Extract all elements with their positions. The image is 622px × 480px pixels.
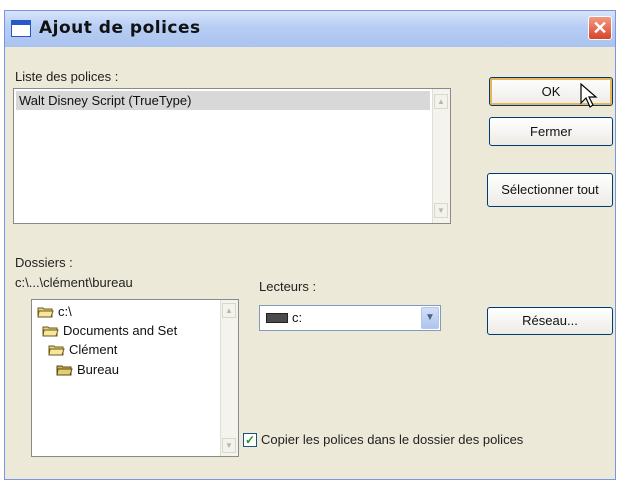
close-window-button[interactable]: ✕: [588, 16, 612, 40]
fonts-listbox[interactable]: Walt Disney Script (TrueType) ▲ ▼: [13, 88, 451, 224]
mouse-pointer-icon: [580, 83, 598, 108]
scroll-up-arrow-icon[interactable]: ▲: [434, 94, 448, 109]
selected-drive: c:: [292, 310, 303, 325]
copy-fonts-checkbox[interactable]: ✓: [243, 433, 257, 447]
select-all-button[interactable]: Sélectionner tout: [487, 173, 613, 207]
open-folder-icon: [37, 306, 54, 318]
title-bar[interactable]: Ajout de polices ✕: [5, 11, 615, 47]
add-fonts-dialog: Ajout de polices ✕ Liste des polices : W…: [4, 10, 616, 480]
folders-treeview[interactable]: c:\ Documents and Set Clément Bureau ▲ ▼: [31, 299, 239, 457]
tree-item-label: Clément: [69, 342, 118, 357]
close-button[interactable]: Fermer: [489, 117, 613, 146]
tree-item-documents[interactable]: Documents and Set: [42, 323, 177, 338]
fonts-list-label: Liste des polices :: [15, 69, 119, 84]
tree-item-bureau[interactable]: Bureau: [56, 362, 119, 377]
fonts-list-scrollbar[interactable]: ▲ ▼: [432, 89, 450, 223]
font-list-item[interactable]: Walt Disney Script (TrueType): [16, 91, 430, 110]
open-folder-icon: [42, 325, 59, 337]
dialog-title: Ajout de polices: [39, 18, 201, 38]
hard-drive-icon: [266, 313, 288, 323]
tree-item-label: Documents and Set: [63, 323, 178, 338]
scroll-down-arrow-icon[interactable]: ▼: [222, 438, 236, 453]
folders-scrollbar[interactable]: ▲ ▼: [220, 300, 238, 456]
scroll-down-arrow-icon[interactable]: ▼: [434, 203, 448, 218]
copy-fonts-label[interactable]: Copier les polices dans le dossier des p…: [261, 432, 523, 447]
window-icon: [11, 20, 31, 37]
current-folder-path: c:\...\clément\bureau: [15, 275, 133, 290]
tree-item-label: c:\: [58, 304, 72, 319]
tree-item-clement[interactable]: Clément: [48, 342, 117, 357]
folders-label: Dossiers :: [15, 255, 73, 270]
chevron-down-icon[interactable]: ▼: [421, 307, 439, 329]
tree-item-c-drive[interactable]: c:\: [37, 304, 72, 319]
open-folder-icon: [48, 344, 65, 356]
scroll-up-arrow-icon[interactable]: ▲: [222, 303, 236, 318]
tree-item-label: Bureau: [77, 362, 119, 377]
drives-label: Lecteurs :: [259, 279, 317, 294]
open-folder-icon: [56, 364, 73, 376]
drives-combobox[interactable]: c: ▼: [259, 305, 441, 331]
network-button[interactable]: Réseau...: [487, 307, 613, 335]
